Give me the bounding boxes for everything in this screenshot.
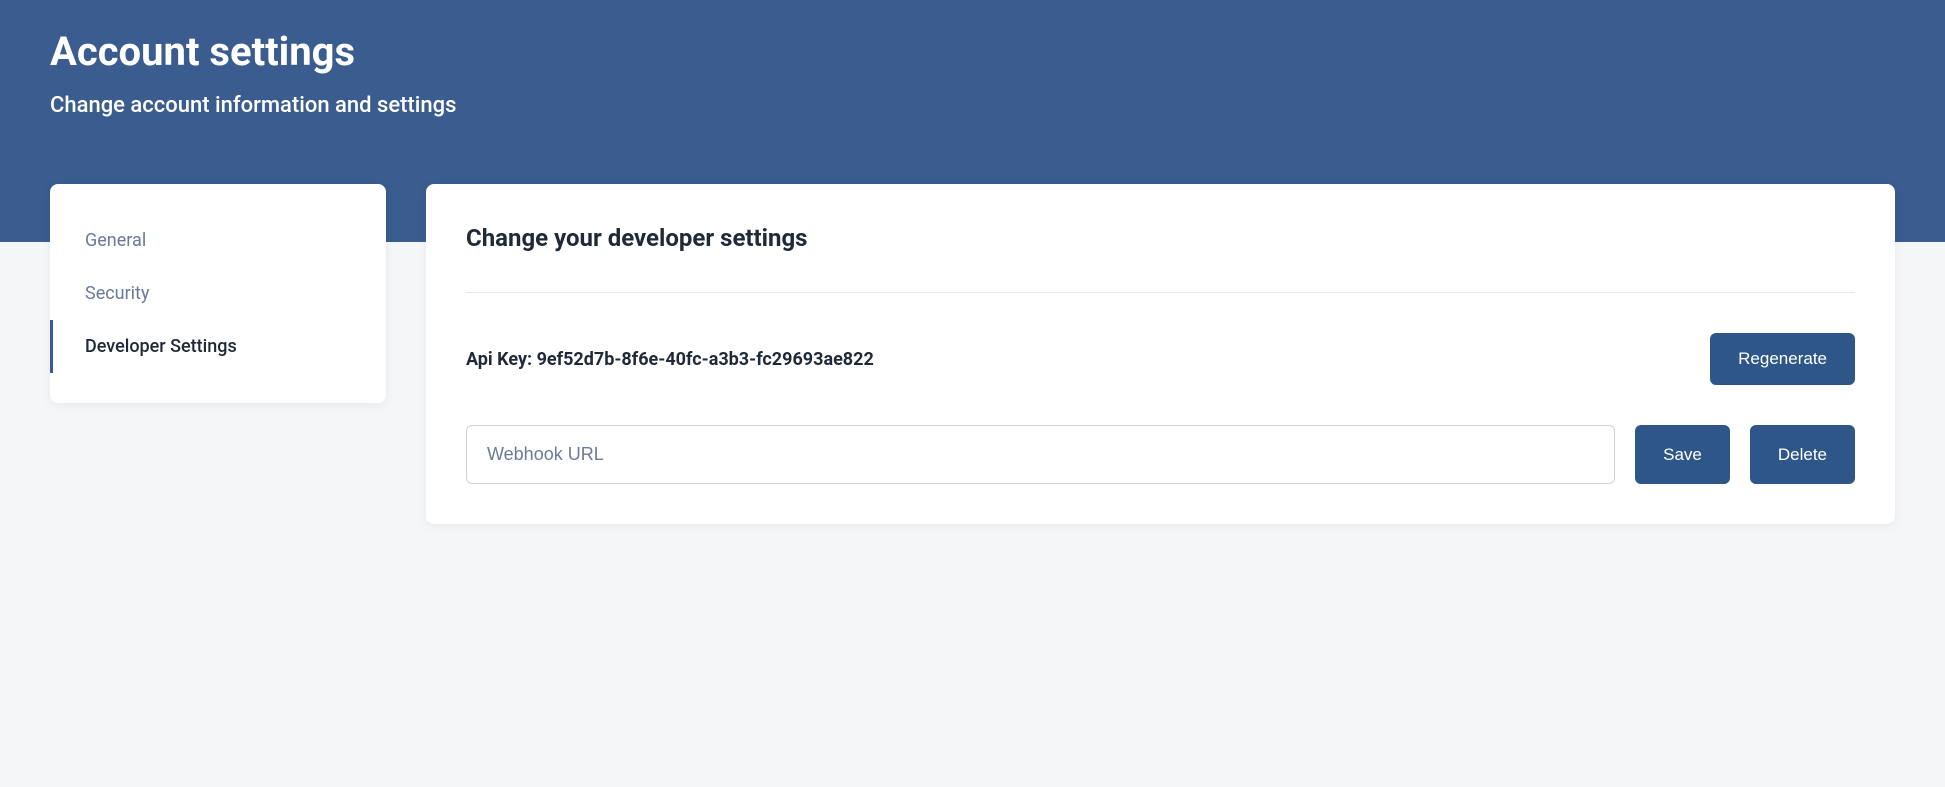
- page-container: Account settings Change account informat…: [0, 0, 1945, 524]
- webhook-row: Save Delete: [466, 425, 1855, 484]
- page-title: Account settings: [50, 28, 1895, 75]
- api-key-label: Api Key: 9ef52d7b-8f6e-40fc-a3b3-fc29693…: [466, 349, 874, 370]
- sidebar-item-label: Security: [85, 283, 149, 304]
- delete-button[interactable]: Delete: [1750, 425, 1855, 484]
- panel-title: Change your developer settings: [466, 224, 1855, 252]
- sidebar-item-general[interactable]: General: [50, 214, 386, 267]
- sidebar-item-developer-settings[interactable]: Developer Settings: [50, 320, 386, 373]
- sidebar-item-label: Developer Settings: [85, 336, 237, 357]
- page-subtitle: Change account information and settings: [50, 93, 1895, 118]
- settings-sidebar: General Security Developer Settings: [50, 184, 386, 403]
- regenerate-button[interactable]: Regenerate: [1710, 333, 1855, 385]
- save-button[interactable]: Save: [1635, 425, 1730, 484]
- divider: [466, 292, 1855, 293]
- main-panel: Change your developer settings Api Key: …: [426, 184, 1895, 524]
- webhook-url-input[interactable]: [466, 425, 1615, 484]
- api-key-row: Api Key: 9ef52d7b-8f6e-40fc-a3b3-fc29693…: [466, 333, 1855, 385]
- sidebar-item-security[interactable]: Security: [50, 267, 386, 320]
- content-row: General Security Developer Settings Chan…: [50, 184, 1895, 524]
- sidebar-item-label: General: [85, 230, 146, 251]
